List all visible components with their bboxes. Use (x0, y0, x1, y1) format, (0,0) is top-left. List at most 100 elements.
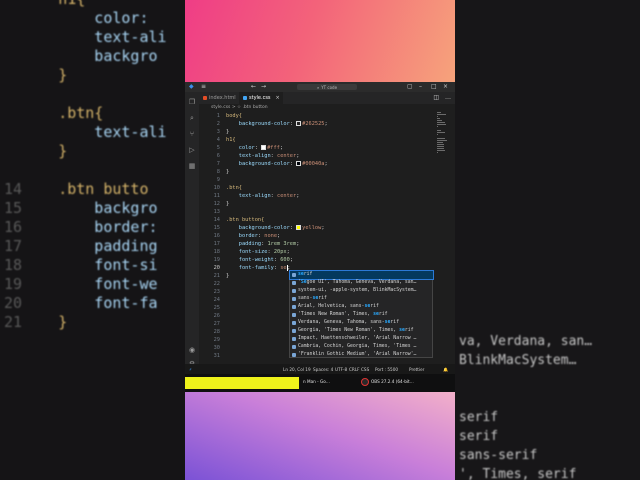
line-number: 22 (213, 281, 220, 287)
indentation[interactable]: Spaces: 4 (313, 367, 333, 372)
background-code-line: 15 backgro (4, 199, 158, 217)
taskbar-app-obs[interactable]: OBS 27.2.4 (64-bit… (371, 379, 414, 384)
value-suggestion-icon (292, 305, 296, 309)
code-line[interactable]: 15 background-color: yellow; (199, 224, 439, 232)
autocomplete-suggestions: serif 'Segoe UI', Tahoma, Geneva, Verdana… (289, 270, 434, 359)
encoding[interactable]: UTF-8 (335, 367, 347, 372)
language-mode[interactable]: CSS (361, 367, 369, 372)
suggestion-item[interactable]: Arial, Helvetica, sans-serif (290, 303, 433, 311)
background-code-line: } (58, 142, 68, 160)
layout-icon[interactable]: ▢ (407, 83, 413, 90)
notifications-bell-icon[interactable]: 🔔 (443, 367, 448, 373)
code-line[interactable]: 4 h1{ (199, 136, 439, 144)
code-text: body{ (226, 113, 242, 119)
tab-label: index.html (209, 95, 236, 101)
code-line[interactable]: 18 font-size: 20px; (199, 248, 439, 256)
remote-icon[interactable]: ⚡ (189, 367, 192, 372)
close-icon[interactable]: × (443, 83, 448, 90)
suggestion-item[interactable]: system-ui, -apple-system, BlinkMacSystem… (290, 287, 433, 295)
suggestion-item[interactable]: 'Franklin Gothic Medium', 'Arial Narrow'… (290, 351, 433, 359)
code-line[interactable]: 5 color: #fff; (199, 144, 439, 152)
code-line[interactable]: 6 text-align: center; (199, 152, 439, 160)
color-swatch[interactable] (261, 145, 267, 150)
suggestion-item[interactable]: sans-serif (290, 295, 433, 303)
menu-icon[interactable]: ≡ (201, 83, 206, 90)
color-swatch[interactable] (296, 161, 302, 166)
suggestion-item[interactable]: Impact, Haettenschweiler, 'Arial Narrow … (290, 335, 433, 343)
code-line[interactable]: 14 .btn button{ (199, 216, 439, 224)
code-text: .btn button{ (226, 217, 265, 223)
back-arrow-icon[interactable]: ← (251, 83, 256, 90)
code-line[interactable]: 9 (199, 176, 439, 184)
code-line[interactable]: 11 text-align: center; (199, 192, 439, 200)
run-debug-icon[interactable]: ▷ (188, 146, 196, 154)
background-suggestion-text: serif (459, 410, 499, 425)
tab-style-css[interactable]: style.css × (239, 92, 283, 104)
code-line[interactable]: 3} (199, 128, 439, 136)
code-line[interactable]: 8} (199, 168, 439, 176)
value-suggestion-icon (292, 273, 296, 277)
search-icon: ⌕ (316, 84, 320, 90)
background-suggestion-text: va, Verdana, san… (459, 334, 593, 349)
suggestion-item[interactable]: Georgia, 'Times New Roman', Times, serif (290, 327, 433, 335)
maximize-icon[interactable]: □ (431, 83, 437, 90)
value-suggestion-icon (292, 289, 296, 293)
code-text: } (226, 169, 230, 175)
source-control-icon[interactable]: ⑂ (188, 130, 196, 138)
suggestion-item[interactable]: 'Times New Roman', Times, serif (290, 311, 433, 319)
code-line[interactable]: 19 font-weight: 600; (199, 256, 439, 264)
tab-index-html[interactable]: index.html (199, 92, 239, 104)
suggestion-item[interactable]: Cambria, Cochin, Georgia, Times, 'Times … (290, 343, 433, 351)
value-suggestion-icon (292, 313, 296, 317)
suggestion-label: Georgia, 'Times New Roman', Times, serif (298, 328, 414, 333)
background-suggestion-text: sans-serif (459, 448, 538, 463)
explorer-icon[interactable]: ❐ (188, 98, 196, 106)
suggestion-item[interactable]: 'Segoe UI', Tahoma, Geneva, Verdana, san… (290, 279, 433, 287)
code-text: h1{ (226, 137, 236, 143)
line-number: 3 (216, 129, 220, 135)
code-line[interactable]: 16 border: none; (199, 232, 439, 240)
minimap-line (437, 112, 441, 113)
background-code-line: 20 font-fa (4, 294, 158, 312)
search-label: YT code (321, 84, 338, 90)
account-icon[interactable]: ◉ (188, 346, 196, 354)
minimize-icon[interactable]: – (419, 83, 422, 90)
code-line[interactable]: 17 padding: 1rem 3rem; (199, 240, 439, 248)
code-line[interactable]: 1 body{ (199, 112, 439, 120)
line-number: 8 (216, 169, 220, 175)
forward-arrow-icon[interactable]: → (261, 83, 266, 90)
suggestion-item[interactable]: Verdana, Geneva, Tahoma, sans-serif (290, 319, 433, 327)
close-tab-icon[interactable]: × (276, 95, 280, 101)
html-file-icon (203, 96, 207, 100)
value-suggestion-icon (292, 329, 296, 333)
editor-tabs: index.html style.css × ◫ … (199, 92, 455, 104)
background-code-line: 14 .btn butto (4, 180, 149, 198)
minimap[interactable] (435, 112, 449, 172)
value-suggestion-icon (292, 337, 296, 341)
live-server-port[interactable]: Port : 5500 (375, 367, 398, 372)
command-center-search[interactable]: ⌕ YT code (297, 84, 357, 90)
line-number: 7 (216, 161, 220, 167)
suggestion-item[interactable]: serif (289, 270, 434, 280)
suggestion-label: serif (298, 272, 313, 277)
color-swatch[interactable] (296, 121, 302, 126)
code-line[interactable]: 12} (199, 200, 439, 208)
background-code-line: 17 padding (4, 237, 158, 255)
search-sidebar-icon[interactable]: ⌕ (188, 114, 196, 122)
prettier-status[interactable]: Prettier (409, 367, 424, 372)
end-of-line[interactable]: CRLF (349, 367, 360, 372)
code-line[interactable]: 13 (199, 208, 439, 216)
background-code-line: text-ali (58, 123, 167, 141)
suggestion-label: Cambria, Cochin, Georgia, Times, 'Times … (298, 344, 417, 349)
line-number: 4 (216, 137, 220, 143)
extensions-icon[interactable]: ▦ (188, 162, 196, 170)
background-suggestion-text: BlinkMacSystem… (459, 353, 577, 368)
color-swatch[interactable] (296, 225, 302, 230)
code-line[interactable]: 2 background-color: #262525; (199, 120, 439, 128)
split-editor-icon[interactable]: ◫ … (433, 94, 453, 101)
line-number: 30 (213, 345, 220, 351)
taskbar-app-browser[interactable]: n Man - Go… (303, 379, 330, 384)
code-line[interactable]: 10 .btn{ (199, 184, 439, 192)
code-line[interactable]: 7 background-color: #00040a; (199, 160, 439, 168)
cursor-position[interactable]: Ln 20, Col 19 (283, 367, 311, 372)
